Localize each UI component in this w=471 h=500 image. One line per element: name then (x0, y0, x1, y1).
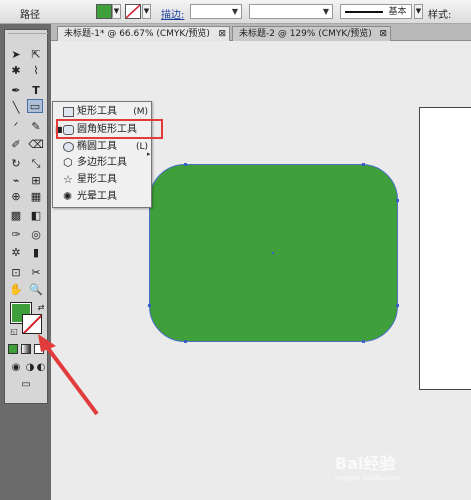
watermark: Bai经验 jingyan.baidu.com (335, 450, 400, 482)
watermark-subtext: jingyan.baidu.com (335, 474, 400, 482)
watermark-text: Bai经验 (335, 454, 396, 473)
annotation-arrow-icon (38, 334, 99, 416)
